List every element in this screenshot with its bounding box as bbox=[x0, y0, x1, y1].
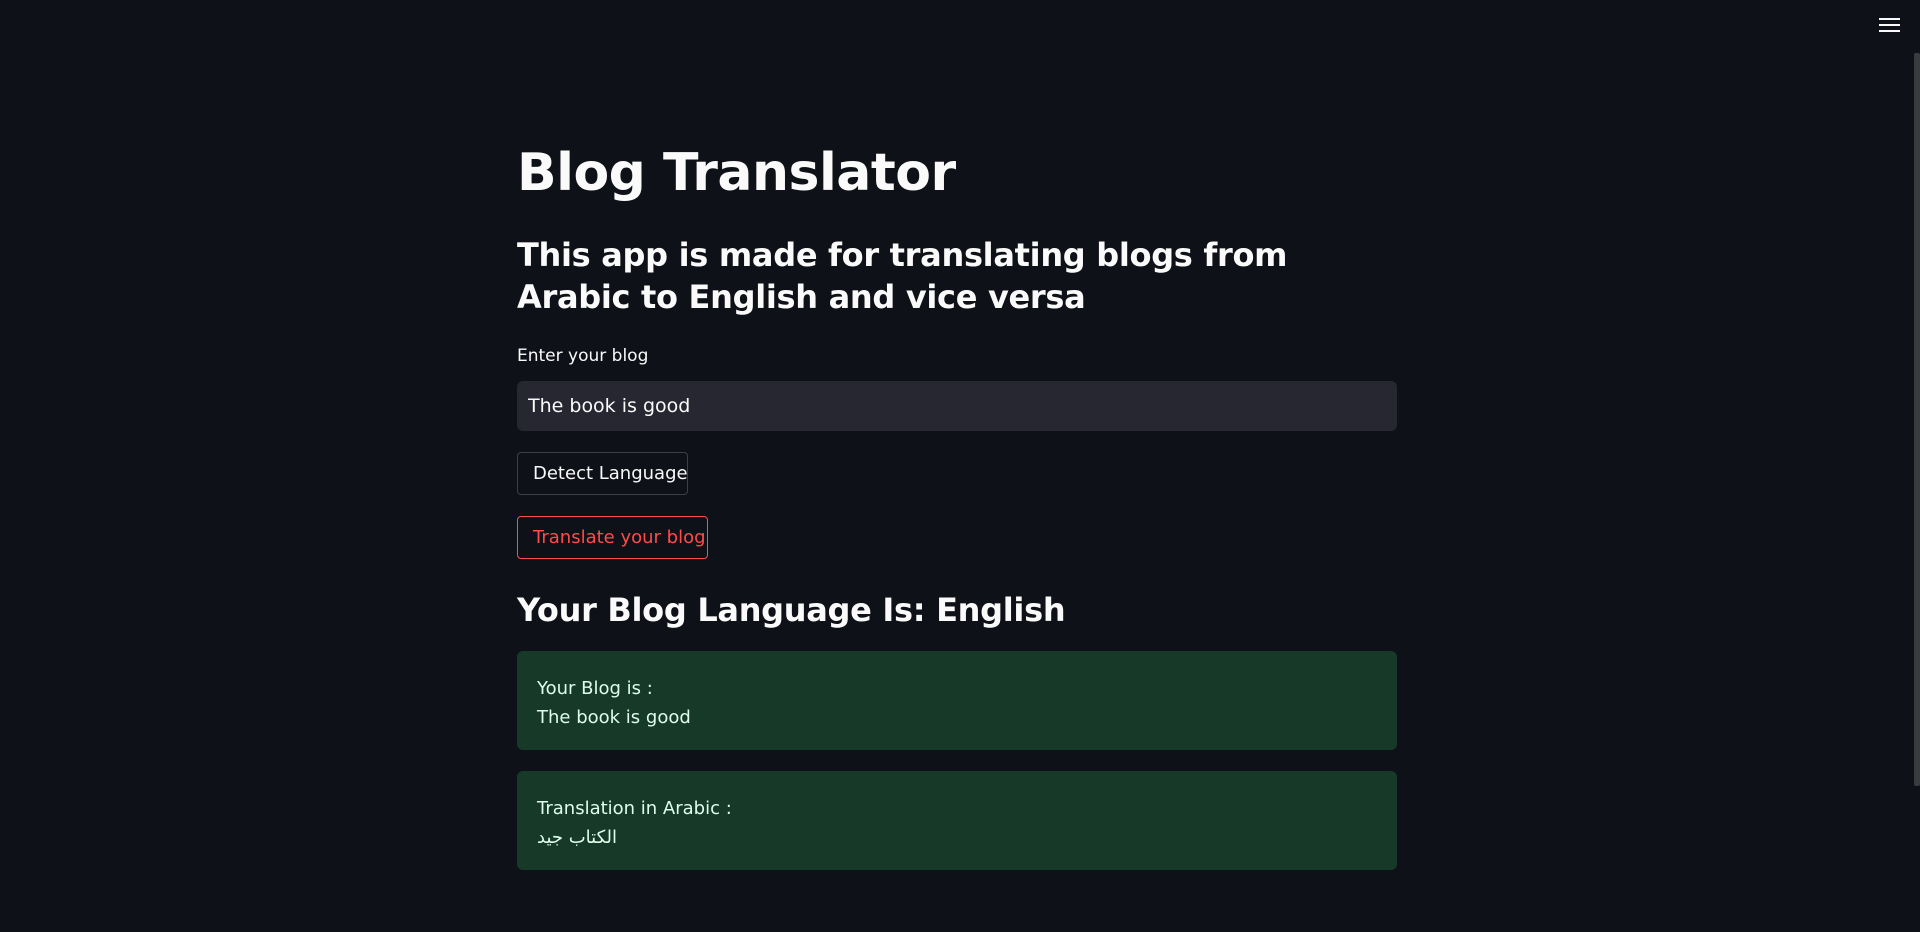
detected-language-heading: Your Blog Language Is: English bbox=[517, 591, 1066, 629]
blog-input[interactable] bbox=[517, 381, 1397, 431]
blog-alert-label: Your Blog is : bbox=[537, 678, 653, 699]
detect-language-button[interactable]: Detect Language bbox=[517, 452, 688, 495]
page-title: Blog Translator bbox=[517, 143, 956, 203]
blog-alert-value: The book is good bbox=[537, 707, 691, 728]
translate-blog-button[interactable]: Translate your blog bbox=[517, 516, 708, 559]
translation-alert-label: Translation in Arabic : bbox=[537, 798, 732, 819]
blog-input-label: Enter your blog bbox=[517, 346, 649, 366]
hamburger-menu-icon[interactable] bbox=[1879, 18, 1900, 35]
translation-success-alert: Translation in Arabic : الكتاب جيد bbox=[517, 771, 1397, 870]
page-subtitle: This app is made for translating blogs f… bbox=[517, 236, 1288, 316]
blog-success-alert: Your Blog is : The book is good bbox=[517, 651, 1397, 750]
scrollbar[interactable] bbox=[1914, 53, 1920, 786]
translation-alert-value: الكتاب جيد bbox=[537, 827, 618, 848]
